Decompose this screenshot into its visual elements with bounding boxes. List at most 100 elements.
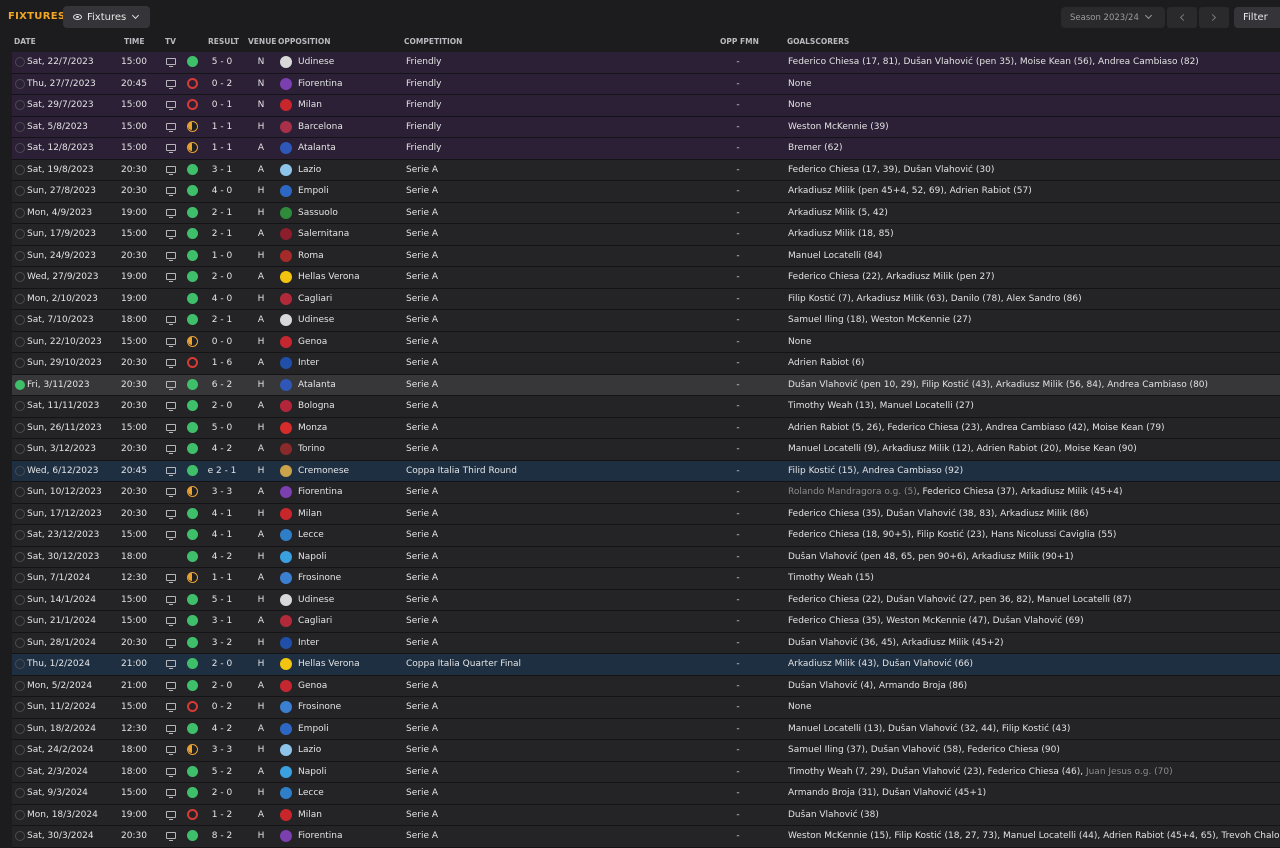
opposition-link[interactable]: Hellas Verona xyxy=(298,272,360,282)
competition-link[interactable]: Serie A xyxy=(406,487,438,497)
competition-link[interactable]: Serie A xyxy=(406,745,438,755)
opposition-link[interactable]: Barcelona xyxy=(298,122,343,132)
fixture-result[interactable]: 4 - 2 xyxy=(196,444,248,454)
table-row[interactable]: Sun, 22/10/2023 15:00 0 - 0 H Genoa Serie A - N… xyxy=(12,331,1280,353)
competition-link[interactable]: Friendly xyxy=(406,143,442,153)
table-row[interactable]: Mon, 18/3/2024 19:00 1 - 2 A Milan Serie A - Du… xyxy=(12,804,1280,826)
opposition-link[interactable]: Milan xyxy=(298,810,322,820)
table-row[interactable]: Sat, 2/3/2024 18:00 5 - 2 A Napoli Serie A - Ti… xyxy=(12,761,1280,783)
table-row[interactable]: Sat, 30/3/2024 20:30 8 - 2 H Fiorentina Serie… xyxy=(12,826,1280,848)
fixture-result[interactable]: 4 - 2 xyxy=(196,724,248,734)
fixture-result[interactable]: 2 - 1 xyxy=(196,229,248,239)
fixture-result[interactable]: 5 - 0 xyxy=(196,57,248,67)
competition-link[interactable]: Serie A xyxy=(406,358,438,368)
season-dropdown[interactable]: Season 2023/24 xyxy=(1061,7,1165,28)
competition-link[interactable]: Coppa Italia Quarter Final xyxy=(406,659,521,669)
table-row[interactable]: Sun, 17/9/2023 15:00 2 - 1 A Salernitana Seri… xyxy=(12,224,1280,246)
competition-link[interactable]: Serie A xyxy=(406,573,438,583)
table-row[interactable]: Wed, 6/12/2023 20:45 e 2 - 1 H Cremonese Copp… xyxy=(12,460,1280,482)
opposition-link[interactable]: Cagliari xyxy=(298,616,332,626)
col-result[interactable]: RESULT xyxy=(208,37,239,46)
table-row[interactable]: Sat, 9/3/2024 15:00 2 - 0 H Lecce Serie A - Arm… xyxy=(12,783,1280,805)
competition-link[interactable]: Serie A xyxy=(406,767,438,777)
opposition-link[interactable]: Lecce xyxy=(298,788,324,798)
opposition-link[interactable]: Cagliari xyxy=(298,294,332,304)
table-row[interactable]: Mon, 4/9/2023 19:00 2 - 1 H Sassuolo Serie A -… xyxy=(12,202,1280,224)
table-row[interactable]: Sun, 29/10/2023 20:30 1 - 6 A Inter Serie A - A… xyxy=(12,353,1280,375)
fixture-result[interactable]: 2 - 1 xyxy=(196,315,248,325)
table-row[interactable]: Sun, 27/8/2023 20:30 4 - 0 H Empoli Serie A - A… xyxy=(12,181,1280,203)
competition-link[interactable]: Coppa Italia Third Round xyxy=(406,466,517,476)
opposition-link[interactable]: Bologna xyxy=(298,401,335,411)
opposition-link[interactable]: Milan xyxy=(298,100,322,110)
fixture-result[interactable]: 4 - 0 xyxy=(196,294,248,304)
opposition-link[interactable]: Udinese xyxy=(298,595,334,605)
opposition-link[interactable]: Napoli xyxy=(298,552,326,562)
fixture-result[interactable]: 0 - 1 xyxy=(196,100,248,110)
fixture-result[interactable]: 0 - 2 xyxy=(196,79,248,89)
opposition-link[interactable]: Atalanta xyxy=(298,380,336,390)
competition-link[interactable]: Serie A xyxy=(406,337,438,347)
fixture-result[interactable]: 2 - 0 xyxy=(196,681,248,691)
opposition-link[interactable]: Inter xyxy=(298,638,319,648)
col-tv[interactable]: TV xyxy=(165,37,176,46)
table-row[interactable]: Thu, 1/2/2024 21:00 2 - 0 H Hellas Verona Cop… xyxy=(12,654,1280,676)
opposition-link[interactable]: Salernitana xyxy=(298,229,349,239)
fixture-result[interactable]: 8 - 2 xyxy=(196,831,248,841)
table-row[interactable]: Sat, 12/8/2023 15:00 1 - 1 A Atalanta Friendl… xyxy=(12,138,1280,160)
competition-link[interactable]: Serie A xyxy=(406,831,438,841)
opposition-link[interactable]: Roma xyxy=(298,251,324,261)
next-season-button[interactable] xyxy=(1199,7,1229,28)
opposition-link[interactable]: Torino xyxy=(298,444,325,454)
opposition-link[interactable]: Monza xyxy=(298,423,327,433)
competition-link[interactable]: Serie A xyxy=(406,788,438,798)
competition-link[interactable]: Serie A xyxy=(406,509,438,519)
table-row[interactable]: Sun, 24/9/2023 20:30 1 - 0 H Roma Serie A - Man… xyxy=(12,245,1280,267)
fixture-result[interactable]: 1 - 1 xyxy=(196,122,248,132)
table-row[interactable]: Sat, 29/7/2023 15:00 0 - 1 N Milan Friendly - N… xyxy=(12,95,1280,117)
col-opposition[interactable]: OPPOSITION xyxy=(278,37,331,46)
opposition-link[interactable]: Fiorentina xyxy=(298,487,343,497)
fixture-result[interactable]: 4 - 2 xyxy=(196,552,248,562)
fixture-result[interactable]: 2 - 0 xyxy=(196,788,248,798)
competition-link[interactable]: Serie A xyxy=(406,380,438,390)
table-row[interactable]: Fri, 3/11/2023 20:30 6 - 2 H Atalanta Serie A… xyxy=(12,374,1280,396)
fixture-result[interactable]: 3 - 3 xyxy=(196,745,248,755)
table-row[interactable]: Sun, 14/1/2024 15:00 5 - 1 H Udinese Serie A -… xyxy=(12,589,1280,611)
fixture-result[interactable]: 1 - 0 xyxy=(196,251,248,261)
fixture-result[interactable]: 0 - 0 xyxy=(196,337,248,347)
fixture-result[interactable]: 3 - 1 xyxy=(196,165,248,175)
fixture-result[interactable]: 0 - 2 xyxy=(196,702,248,712)
competition-link[interactable]: Serie A xyxy=(406,638,438,648)
table-row[interactable]: Mon, 5/2/2024 21:00 2 - 0 A Genoa Serie A - Duš… xyxy=(12,675,1280,697)
table-row[interactable]: Sat, 24/2/2024 18:00 3 - 3 H Lazio Serie A - Sa… xyxy=(12,740,1280,762)
opposition-link[interactable]: Fiorentina xyxy=(298,831,343,841)
fixture-result[interactable]: 5 - 1 xyxy=(196,595,248,605)
opposition-link[interactable]: Genoa xyxy=(298,337,327,347)
table-row[interactable]: Wed, 27/9/2023 19:00 2 - 0 A Hellas Verona Se… xyxy=(12,267,1280,289)
fixture-result[interactable]: 2 - 0 xyxy=(196,401,248,411)
table-row[interactable]: Sat, 19/8/2023 20:30 3 - 1 A Lazio Serie A - Fe… xyxy=(12,159,1280,181)
table-row[interactable]: Sun, 18/2/2024 12:30 4 - 2 A Empoli Serie A - M… xyxy=(12,718,1280,740)
opposition-link[interactable]: Frosinone xyxy=(298,702,341,712)
competition-link[interactable]: Serie A xyxy=(406,595,438,605)
table-row[interactable]: Sat, 22/7/2023 15:00 5 - 0 N Udinese Friendly… xyxy=(12,52,1280,74)
competition-link[interactable]: Serie A xyxy=(406,423,438,433)
competition-link[interactable]: Serie A xyxy=(406,444,438,454)
fixture-result[interactable]: 3 - 2 xyxy=(196,638,248,648)
table-row[interactable]: Sun, 28/1/2024 20:30 3 - 2 H Inter Serie A - Du… xyxy=(12,632,1280,654)
filter-button[interactable]: Filter xyxy=(1234,7,1280,28)
table-row[interactable]: Sat, 30/12/2023 18:00 4 - 2 H Napoli Serie A -… xyxy=(12,546,1280,568)
table-row[interactable]: Sun, 17/12/2023 20:30 4 - 1 H Milan Serie A - F… xyxy=(12,503,1280,525)
opposition-link[interactable]: Napoli xyxy=(298,767,326,777)
opposition-link[interactable]: Lecce xyxy=(298,530,324,540)
competition-link[interactable]: Serie A xyxy=(406,401,438,411)
competition-link[interactable]: Serie A xyxy=(406,251,438,261)
competition-link[interactable]: Serie A xyxy=(406,208,438,218)
fixture-result[interactable]: 1 - 6 xyxy=(196,358,248,368)
fixture-result[interactable]: 1 - 1 xyxy=(196,143,248,153)
opposition-link[interactable]: Lazio xyxy=(298,165,321,175)
competition-link[interactable]: Serie A xyxy=(406,702,438,712)
fixture-result[interactable]: 3 - 3 xyxy=(196,487,248,497)
table-row[interactable]: Sat, 11/11/2023 20:30 2 - 0 A Bologna Serie A… xyxy=(12,396,1280,418)
